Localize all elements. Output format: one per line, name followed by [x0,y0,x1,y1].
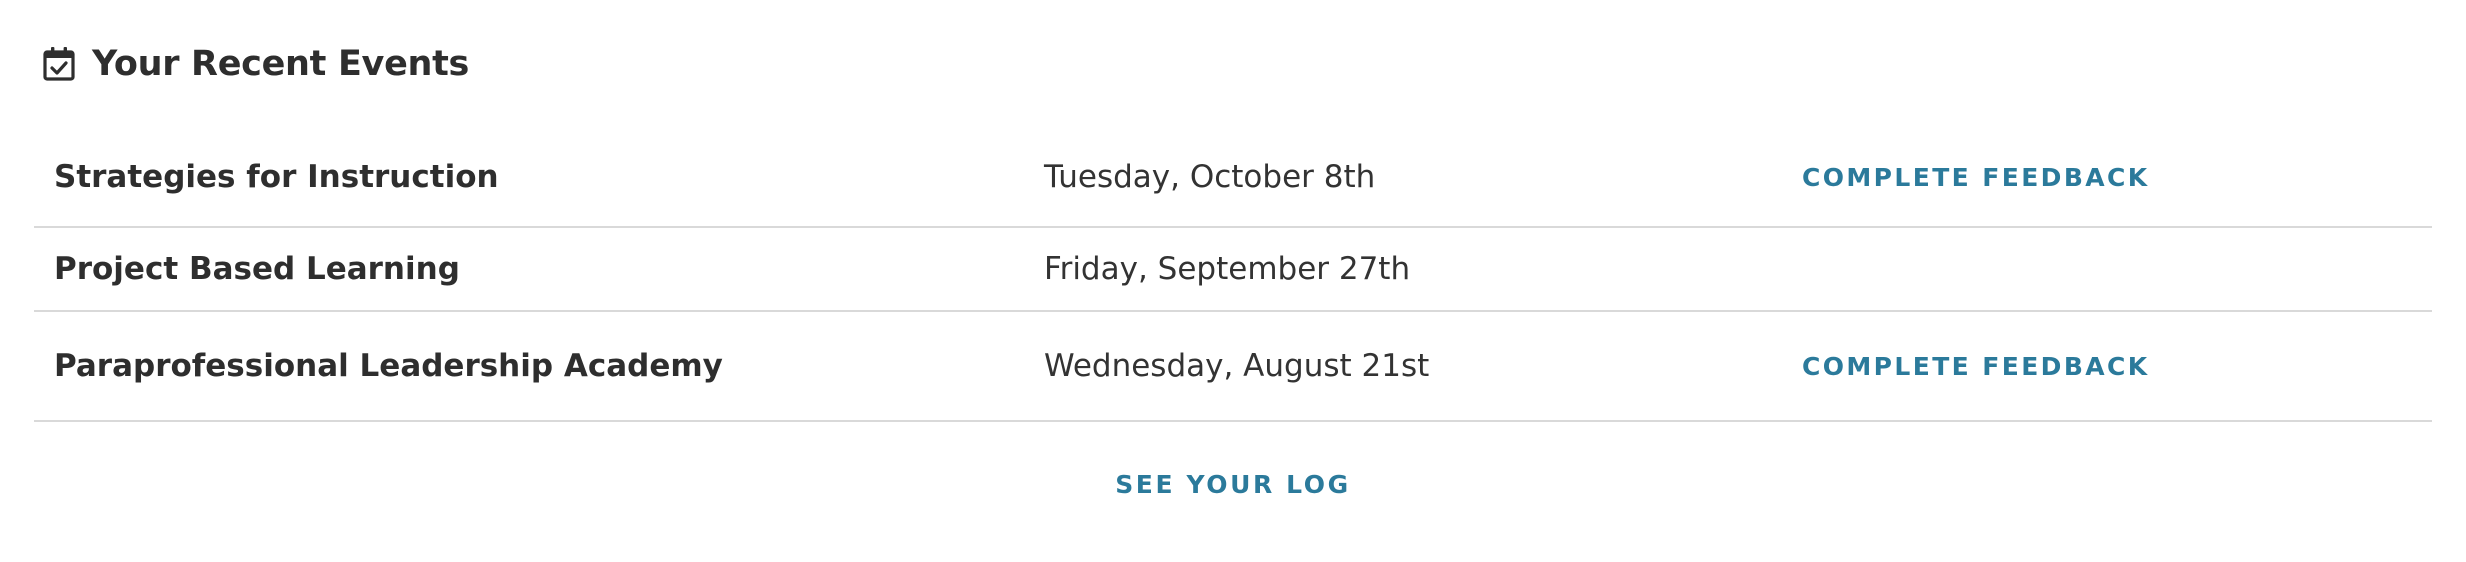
event-date: Tuesday, October 8th [1044,159,1376,195]
complete-feedback-link[interactable]: COMPLETE FEEDBACK [1802,128,2150,226]
panel-header: Your Recent Events [40,36,469,92]
list-item: Project Based Learning Friday, September… [34,228,2432,312]
event-name: Paraprofessional Leadership Academy [54,348,723,384]
recent-events-panel: Your Recent Events Strategies for Instru… [0,0,2466,562]
calendar-check-icon [40,45,78,83]
event-date: Friday, September 27th [1044,251,1411,287]
event-name: Strategies for Instruction [54,159,499,195]
see-your-log-link[interactable]: SEE YOUR LOG [1115,470,1351,506]
event-date: Wednesday, August 21st [1044,348,1430,384]
panel-footer: SEE YOUR LOG [0,470,2466,506]
list-item: Paraprofessional Leadership Academy Wedn… [34,312,2432,422]
panel-title: Your Recent Events [92,44,470,84]
complete-feedback-link[interactable]: COMPLETE FEEDBACK [1802,312,2150,420]
list-item: Strategies for Instruction Tuesday, Octo… [34,128,2432,228]
events-list: Strategies for Instruction Tuesday, Octo… [34,128,2432,422]
event-name: Project Based Learning [54,251,460,287]
